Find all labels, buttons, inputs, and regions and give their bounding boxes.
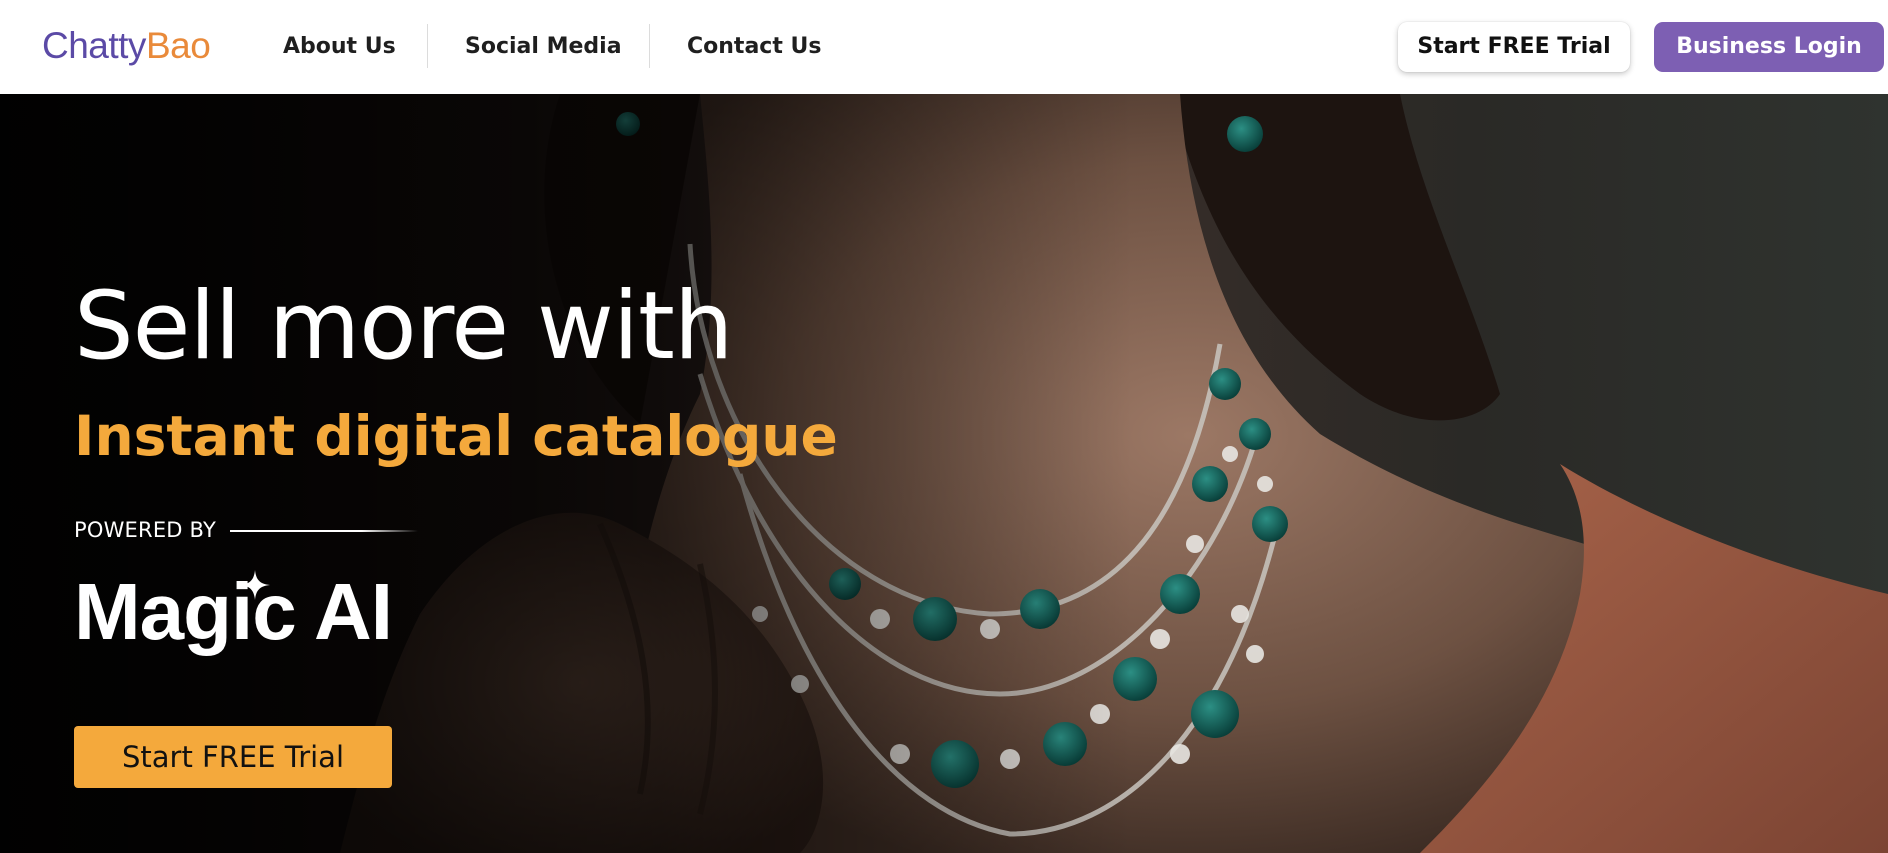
chattybao-logo[interactable]: ChattyBao (42, 22, 211, 70)
nav-divider (427, 24, 428, 68)
sparkle-icon (240, 570, 270, 600)
nav-link-about-us[interactable]: About Us (283, 30, 396, 64)
nav-link-social-media[interactable]: Social Media (465, 30, 622, 64)
nav-link-contact-us[interactable]: Contact Us (687, 30, 821, 64)
start-free-trial-nav-button[interactable]: Start FREE Trial (1398, 22, 1630, 72)
hero-headline: Sell more with (74, 272, 733, 381)
hero-subheadline: Instant digital catalogue (74, 404, 838, 468)
top-navbar: ChattyBao About Us Social Media Contact … (0, 0, 1888, 94)
magic-ai-logo: Magic AI (74, 567, 393, 656)
nav-divider (649, 24, 650, 68)
logo-text-part2: Bao (145, 25, 211, 66)
logo-text-part1: Chatty (42, 25, 146, 66)
start-free-trial-hero-button[interactable]: Start FREE Trial (74, 726, 392, 788)
powered-by-divider (230, 530, 418, 532)
powered-by-label: POWERED BY (74, 518, 217, 542)
business-login-button[interactable]: Business Login (1654, 22, 1884, 72)
hero-section: Sell more with Instant digital catalogue… (0, 94, 1888, 853)
